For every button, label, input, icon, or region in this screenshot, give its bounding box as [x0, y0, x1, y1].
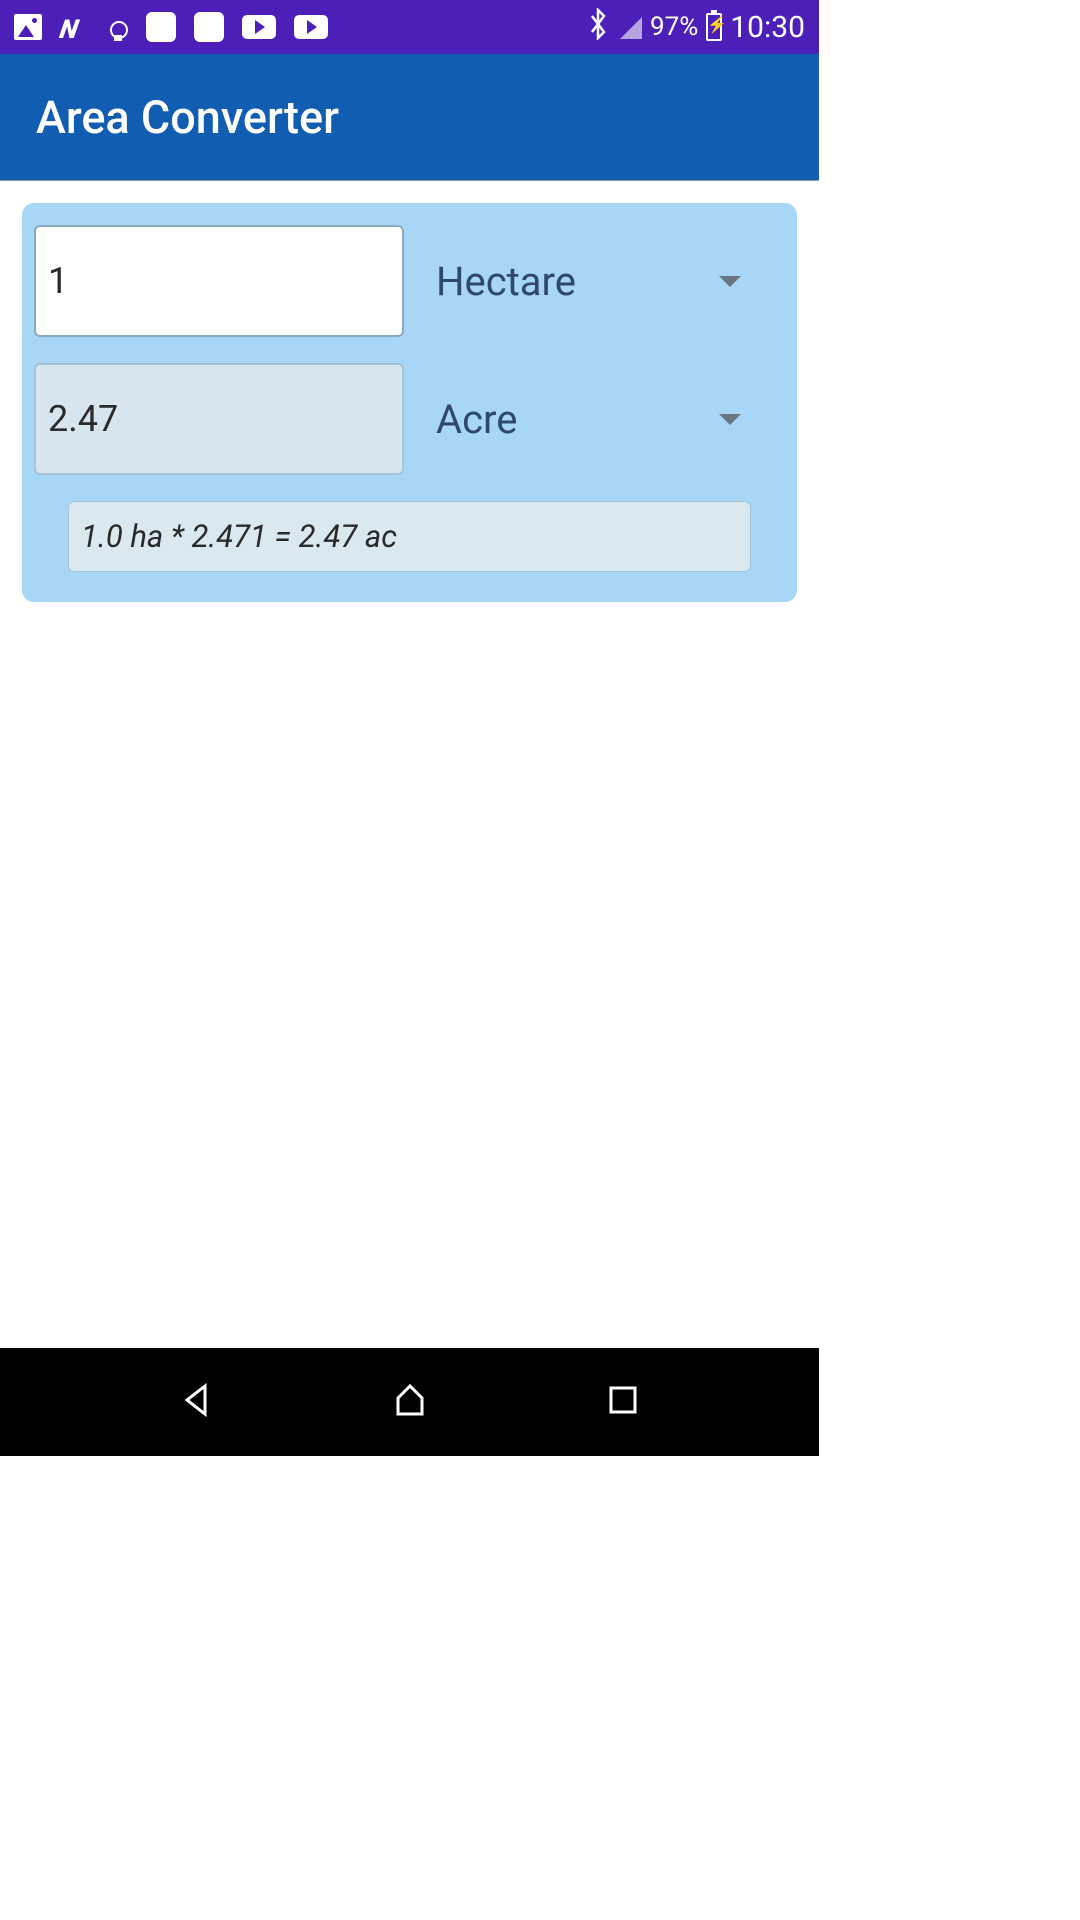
app-icon	[194, 12, 224, 42]
battery-charging-icon	[706, 13, 722, 41]
output-row: 2.47 Acre	[34, 363, 785, 475]
battery-percent: 97%	[650, 12, 698, 42]
back-button[interactable]	[177, 1380, 217, 1424]
n-icon	[60, 15, 88, 39]
image-icon	[14, 14, 42, 40]
chevron-down-icon	[719, 414, 741, 425]
youtube-icon	[242, 15, 276, 39]
input-unit-label: Hectare	[436, 258, 576, 305]
navigation-bar	[0, 1348, 819, 1456]
signal-icon	[618, 15, 642, 39]
input-value-field[interactable]: 1	[34, 225, 404, 337]
app-icon	[146, 12, 176, 42]
input-unit-dropdown[interactable]: Hectare	[436, 258, 785, 305]
input-row: 1 Hectare	[34, 225, 785, 337]
status-bar: 97% 10:30	[0, 0, 819, 54]
page-title: Area Converter	[36, 91, 339, 144]
youtube-icon	[294, 15, 328, 39]
clock: 10:30	[730, 10, 805, 45]
home-button[interactable]	[390, 1380, 430, 1424]
chevron-down-icon	[719, 276, 741, 287]
status-left-icons	[14, 12, 328, 42]
output-value-field[interactable]: 2.47	[34, 363, 404, 475]
output-unit-dropdown[interactable]: Acre	[436, 396, 785, 443]
app-bar: Area Converter	[0, 54, 819, 181]
status-right: 97% 10:30	[586, 8, 805, 47]
recents-button[interactable]	[603, 1380, 643, 1424]
bluetooth-icon	[586, 8, 610, 47]
bulb-icon	[106, 13, 128, 41]
converter-card: 1 Hectare 2.47 Acre 1.0 ha * 2.471 = 2.4…	[22, 203, 797, 602]
formula-display: 1.0 ha * 2.471 = 2.47 ac	[68, 501, 751, 572]
output-unit-label: Acre	[436, 396, 517, 443]
content-area: 1 Hectare 2.47 Acre 1.0 ha * 2.471 = 2.4…	[0, 181, 819, 624]
